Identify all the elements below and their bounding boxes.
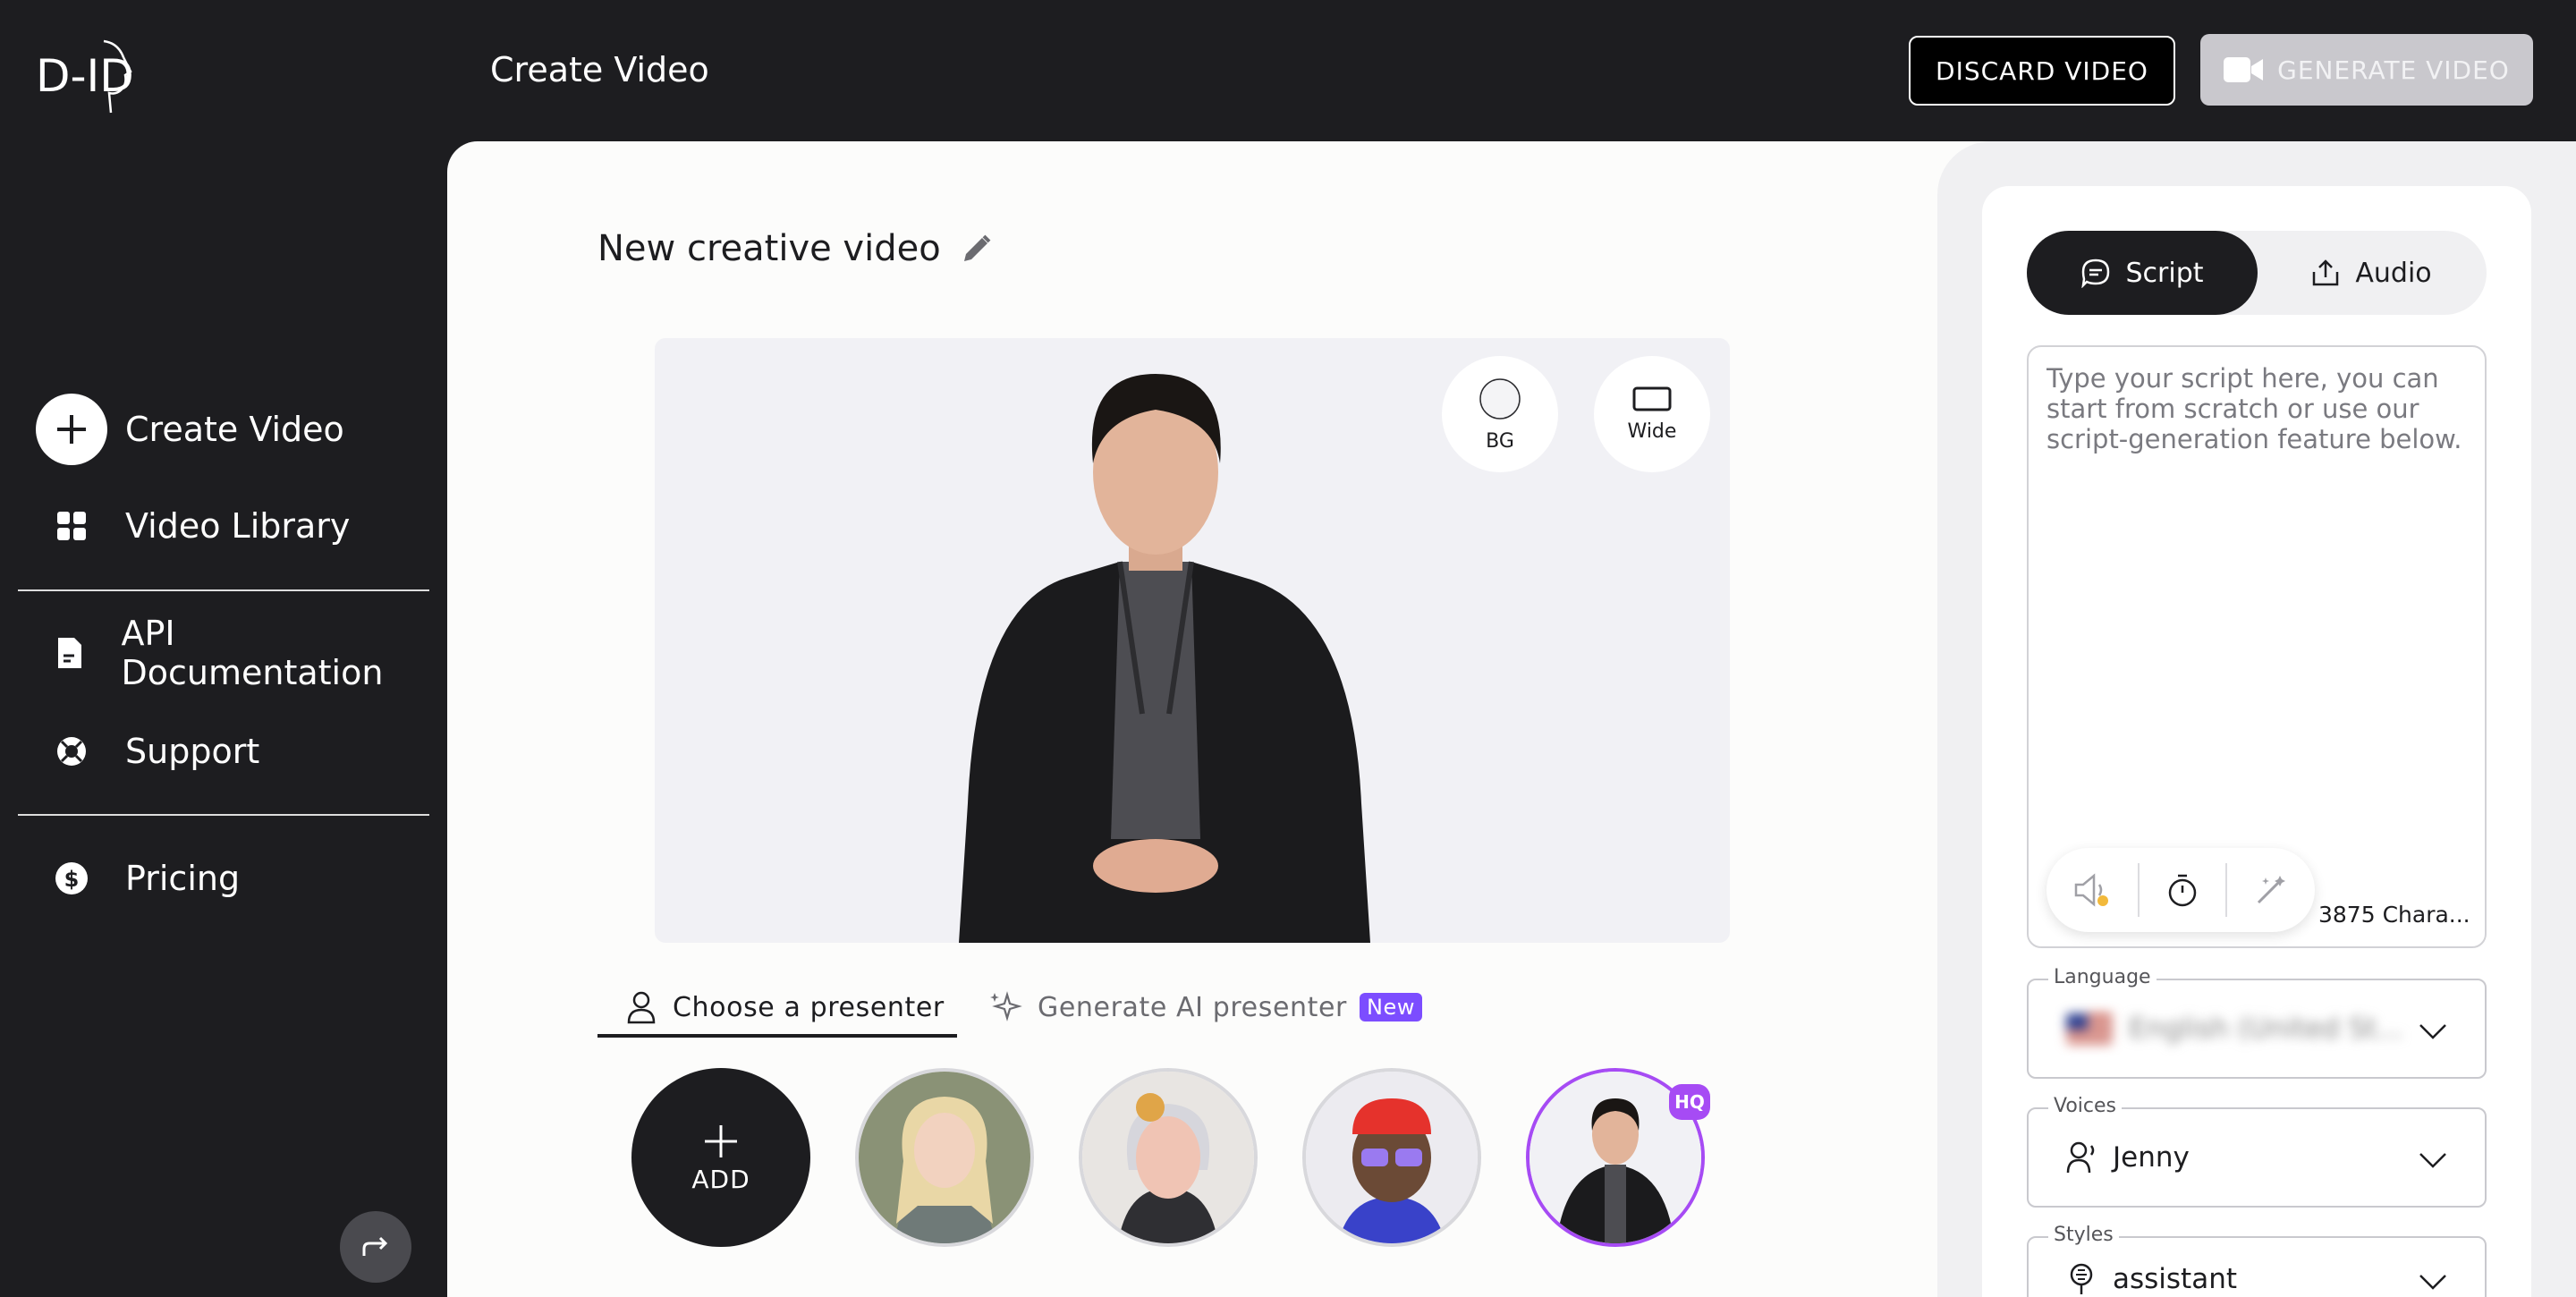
styles-value-text: assistant	[2113, 1263, 2238, 1295]
script-input[interactable]	[2046, 363, 2467, 810]
wide-aspect-button[interactable]: Wide	[1594, 356, 1710, 472]
grid-icon	[36, 490, 107, 562]
sidebar-item-label: Pricing	[125, 859, 241, 898]
script-toolbar	[2046, 848, 2315, 932]
add-presenter-label: ADD	[691, 1164, 750, 1194]
background-button-label: BG	[1486, 429, 1514, 453]
new-badge: New	[1359, 993, 1423, 1021]
background-button[interactable]: BG	[1442, 356, 1558, 472]
toolbar-separator	[2138, 863, 2140, 917]
sidebar-item-label: Create Video	[125, 410, 344, 449]
generate-video-label: GENERATE VIDEO	[2277, 55, 2510, 85]
character-count: 3875 Chara...	[2318, 902, 2470, 928]
presenter-avatar[interactable]	[855, 1068, 1034, 1247]
sidebar: Create Video Video Library API Documenta…	[0, 141, 447, 1297]
script-audio-toggle: Script Audio	[2027, 231, 2487, 315]
script-tab-label: Script	[2125, 257, 2204, 289]
hq-badge: HQ	[1669, 1084, 1710, 1120]
presenter-thumbnail	[1082, 1072, 1254, 1243]
magic-wand-icon[interactable]	[2253, 872, 2289, 908]
script-editor: 3875 Chara...	[2027, 345, 2487, 948]
sidebar-item-label: Support	[125, 732, 260, 771]
presenter-figure	[959, 374, 1370, 943]
page-header-title: Create Video	[490, 50, 709, 89]
generate-video-button[interactable]: GENERATE VIDEO	[2200, 34, 2533, 106]
sidebar-divider	[18, 589, 429, 591]
discard-video-button[interactable]: DISCARD VIDEO	[1909, 36, 2175, 106]
presenter-thumbnail	[1306, 1072, 1478, 1243]
project-title-text: New creative video	[597, 228, 941, 269]
logo-text: D-ID	[36, 50, 134, 102]
chevron-down-icon	[2419, 1153, 2446, 1168]
chat-bubble-icon	[2081, 259, 2110, 288]
language-value-text: English (United St...	[2129, 1013, 2403, 1045]
did-logo[interactable]: D-ID	[36, 36, 134, 118]
plus-icon	[705, 1124, 737, 1157]
sidebar-item-create-video[interactable]: Create Video	[36, 394, 429, 465]
dollar-icon: $	[36, 843, 107, 914]
chevron-down-icon	[2419, 1275, 2446, 1290]
wide-aspect-label: Wide	[1627, 420, 1677, 443]
presenter-preview: BG Wide	[655, 338, 1730, 943]
voices-select[interactable]: Voices Jenny	[2027, 1095, 2487, 1208]
wide-rectangle-icon	[1632, 386, 1672, 411]
audio-tab-label: Audio	[2355, 257, 2432, 289]
toolbar-separator	[2224, 863, 2227, 917]
us-flag-icon	[2066, 1013, 2113, 1044]
tab-label: Choose a presenter	[673, 991, 945, 1023]
chevron-down-icon	[2419, 1024, 2446, 1039]
lifebuoy-icon	[36, 716, 107, 787]
presenter-avatar[interactable]	[1079, 1068, 1258, 1247]
sidebar-item-support[interactable]: Support	[36, 716, 429, 787]
presenter-avatar[interactable]	[1302, 1068, 1481, 1247]
add-presenter-button[interactable]: ADD	[631, 1068, 810, 1247]
styles-select[interactable]: Styles assistant	[2027, 1224, 2487, 1297]
circle-outline-icon	[1479, 377, 1521, 420]
tab-generate-ai-presenter[interactable]: Generate AI presenter New	[987, 982, 1423, 1032]
voices-value-text: Jenny	[2113, 1141, 2190, 1174]
upload-icon	[2313, 259, 2339, 286]
redo-arrow-icon	[362, 1236, 388, 1256]
plus-icon	[36, 394, 107, 465]
tab-choose-presenter[interactable]: Choose a presenter	[626, 982, 945, 1032]
sidebar-item-label: Video Library	[125, 506, 351, 546]
sidebar-item-api-documentation[interactable]: API Documentation	[36, 614, 429, 692]
sidebar-item-video-library[interactable]: Video Library	[36, 490, 429, 562]
voices-value: Jenny	[2066, 1109, 2190, 1206]
document-icon	[36, 617, 103, 689]
sidebar-divider	[18, 814, 429, 816]
styles-value: assistant	[2066, 1231, 2237, 1297]
stopwatch-icon[interactable]	[2166, 872, 2199, 908]
audio-tab-button[interactable]: Audio	[2256, 231, 2487, 315]
speaker-icon[interactable]	[2072, 872, 2112, 908]
presenter-thumbnail	[859, 1072, 1030, 1243]
language-select[interactable]: Language English (United St...	[2027, 966, 2487, 1079]
microphone-icon	[2070, 1263, 2093, 1294]
video-camera-icon	[2224, 57, 2264, 82]
script-tab-button[interactable]: Script	[2027, 231, 2258, 315]
active-tab-indicator	[597, 1034, 957, 1038]
user-icon	[627, 991, 656, 1024]
sparkle-icon	[990, 991, 1022, 1021]
voice-person-icon	[2066, 1141, 2095, 1174]
language-value: English (United St...	[2066, 980, 2403, 1077]
svg-text:$: $	[64, 867, 80, 892]
sidebar-item-pricing[interactable]: $ Pricing	[36, 843, 429, 914]
sidebar-item-label: API Documentation	[121, 614, 384, 692]
project-title[interactable]: New creative video	[597, 224, 993, 274]
collapse-sidebar-button[interactable]	[340, 1211, 411, 1283]
top-bar: D-ID Create Video DISCARD VIDEO GENERATE…	[0, 0, 2576, 141]
tab-label: Generate AI presenter	[1038, 991, 1347, 1023]
pencil-icon[interactable]	[961, 233, 993, 265]
